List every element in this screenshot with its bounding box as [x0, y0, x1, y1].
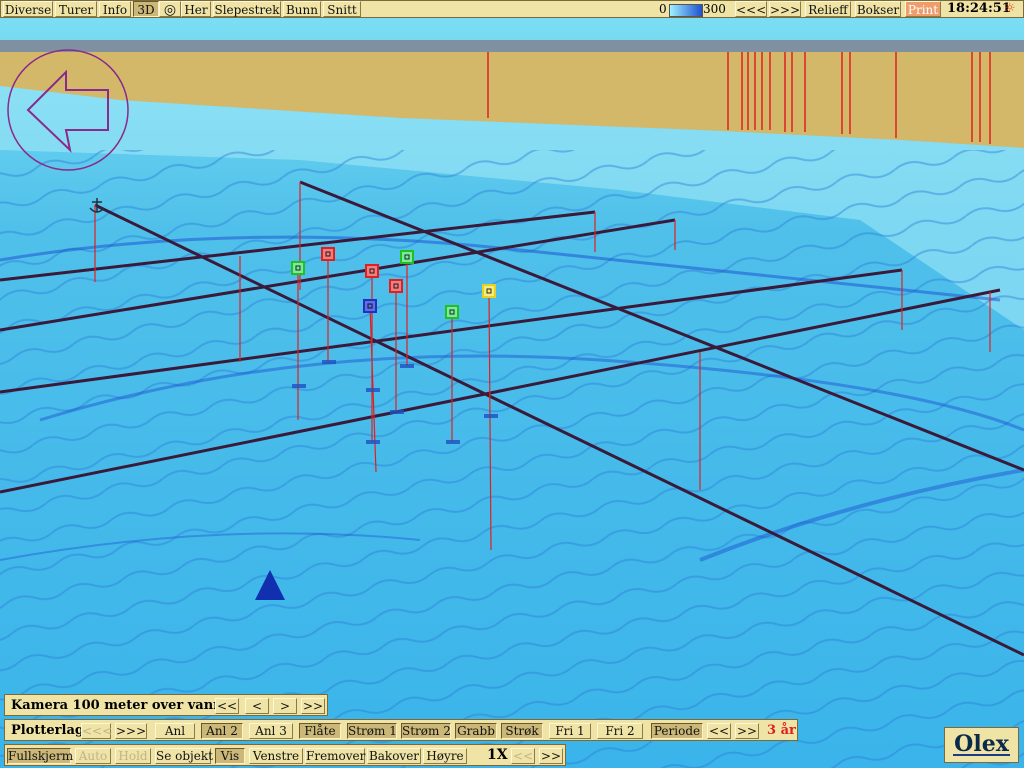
forward-button[interactable]: Fremover [305, 748, 365, 764]
period-next-button[interactable]: >> [735, 723, 759, 739]
marker-red-2 [365, 264, 379, 278]
layer-flate[interactable]: Flåte [299, 723, 341, 739]
layer-periode[interactable]: Periode [651, 723, 703, 739]
marker-red-3 [389, 279, 403, 293]
menu-diverse[interactable]: Diverse [3, 1, 53, 17]
depth-max-label: 300 [703, 2, 726, 16]
auto-button[interactable]: Auto [75, 748, 111, 764]
camera-label: Kamera 100 meter over vann [11, 698, 223, 713]
marker-red-1 [321, 247, 335, 261]
layer-grabb[interactable]: Grabb [455, 723, 497, 739]
fullscreen-button[interactable]: Fullskjerm [7, 748, 73, 764]
plotter-next-button[interactable]: >>> [115, 723, 147, 739]
layer-fri-2[interactable]: Fri 2 [597, 723, 643, 739]
camera-panel: Kamera 100 meter over vann << < > >> [4, 694, 328, 716]
nav-prev-button[interactable]: <<< [735, 1, 767, 17]
marker-green-1 [291, 261, 305, 275]
3d-seabed-view[interactable] [0, 0, 1024, 768]
plotter-panel: Plotterlag <<< >>> Anl Anl 2 Anl 3 Flåte… [4, 719, 798, 741]
speed-next-button[interactable]: >> [539, 748, 563, 764]
camera-fast-forward-button[interactable]: >> [301, 698, 325, 714]
marker-blue-1 [363, 299, 377, 313]
layer-anl-2[interactable]: Anl 2 [201, 723, 243, 739]
sun-icon[interactable]: ☼ [1004, 2, 1016, 16]
marker-green-2 [400, 250, 414, 264]
speed-prev-button[interactable]: << [511, 748, 535, 764]
menu-snitt[interactable]: Snitt [323, 1, 361, 17]
left-button[interactable]: Venstre [249, 748, 303, 764]
nav-next-button[interactable]: >>> [769, 1, 801, 17]
print-button[interactable]: Print [905, 1, 941, 17]
period-prev-button[interactable]: << [707, 723, 731, 739]
top-toolbar: Diverse Turer Info 3D ◎ Her Slepestrek B… [0, 0, 1024, 18]
marker-green-3 [445, 305, 459, 319]
layer-anl[interactable]: Anl [155, 723, 195, 739]
clock: 18:24:51 [947, 1, 1011, 16]
period-value: 3 år [767, 723, 796, 738]
hold-button[interactable]: Hold [115, 748, 151, 764]
show-button[interactable]: Vis [215, 748, 245, 764]
target-icon[interactable]: ◎ [159, 1, 181, 18]
backward-button[interactable]: Bakover [367, 748, 421, 764]
plotter-prev-button[interactable]: <<< [81, 723, 112, 739]
boxes-button[interactable]: Bokser [855, 1, 901, 17]
relief-button[interactable]: Relieff [805, 1, 851, 17]
view-object-button[interactable]: Se objekt [155, 748, 213, 764]
right-button[interactable]: Høyre [423, 748, 467, 764]
marker-yellow-1 [482, 284, 496, 298]
menu-turer[interactable]: Turer [55, 1, 97, 17]
layer-fri-1[interactable]: Fri 1 [549, 723, 591, 739]
menu-her[interactable]: Her [181, 1, 211, 17]
layer-anl-3[interactable]: Anl 3 [249, 723, 293, 739]
menu-info[interactable]: Info [99, 1, 131, 17]
layer-strok[interactable]: Strøk [501, 723, 543, 739]
camera-back-button[interactable]: < [245, 698, 269, 714]
olex-logo: Olex [944, 727, 1019, 763]
depth-min-label: 0 [659, 2, 667, 16]
layer-strom-1[interactable]: Strøm 1 [347, 723, 397, 739]
control-panel: Fullskjerm Auto Hold Se objekt Vis Venst… [4, 744, 566, 766]
camera-fast-back-button[interactable]: << [215, 698, 239, 714]
menu-slepestrek[interactable]: Slepestrek [213, 1, 281, 17]
menu-bunn[interactable]: Bunn [283, 1, 321, 17]
camera-forward-button[interactable]: > [273, 698, 297, 714]
depth-scale-bar [669, 4, 703, 17]
layer-strom-2[interactable]: Strøm 2 [401, 723, 451, 739]
menu-3d[interactable]: 3D [133, 1, 159, 17]
plotter-label: Plotterlag [11, 723, 84, 738]
speed-label: 1X [487, 747, 508, 763]
